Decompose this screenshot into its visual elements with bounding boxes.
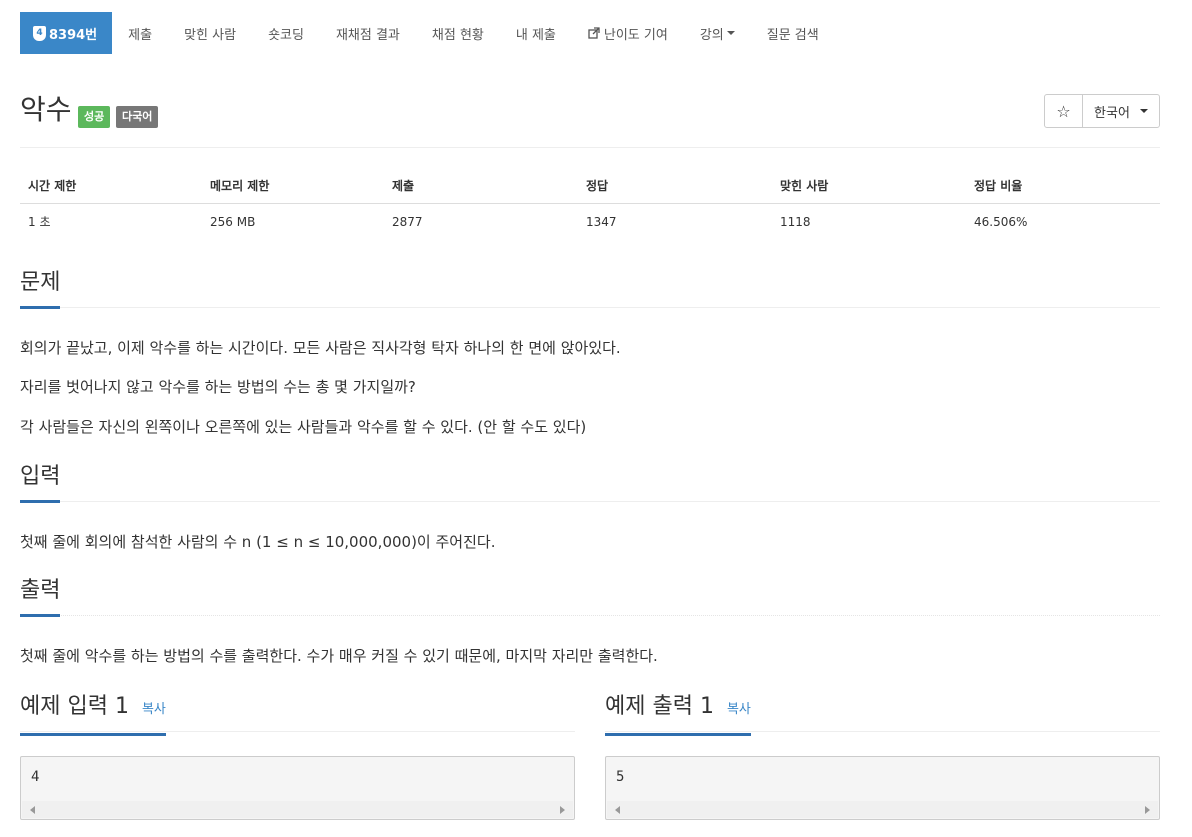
language-dropdown[interactable]: 한국어 bbox=[1083, 95, 1159, 127]
tier-badge-icon: 4 bbox=[33, 25, 46, 41]
problem-paragraph: 회의가 끝났고, 이제 악수를 하는 시간이다. 모든 사람은 직사각형 탁자 … bbox=[20, 339, 621, 357]
table-cell: 1118 bbox=[780, 214, 811, 229]
problem-section-header: 문제 bbox=[20, 268, 1160, 309]
output-description: 첫째 줄에 악수를 하는 방법의 수를 출력한다. 수가 매우 커질 수 있기 … bbox=[20, 647, 658, 665]
nav-problem[interactable]: 4 8394번 bbox=[20, 12, 113, 54]
nav-shortcoding[interactable]: 숏코딩 bbox=[252, 12, 320, 54]
table-cell: 256 MB bbox=[210, 214, 256, 229]
star-icon: ☆ bbox=[1056, 101, 1071, 121]
caret-down-icon bbox=[726, 31, 735, 35]
table-header: 메모리 제한 bbox=[202, 168, 384, 204]
success-badge: 성공 bbox=[78, 106, 111, 128]
nav-problem-label: 8394번 bbox=[49, 27, 98, 43]
nav-lectures[interactable]: 강의 bbox=[684, 12, 751, 54]
nav-questions[interactable]: 질문 검색 bbox=[751, 12, 835, 54]
table-cell: 46.506% bbox=[974, 214, 1028, 229]
nav-lectures-label: 강의 bbox=[699, 27, 724, 43]
caret-down-icon bbox=[1139, 109, 1148, 113]
scroll-left-icon[interactable] bbox=[30, 806, 35, 814]
problem-info-table: 시간 제한 메모리 제한 제출 정답 맞힌 사람 정답 비율 1 초 256 M… bbox=[20, 168, 1160, 240]
table-header: 제출 bbox=[384, 168, 578, 204]
sample-input-content: 4 bbox=[31, 769, 40, 785]
language-label: 한국어 bbox=[1094, 105, 1130, 121]
input-description: 첫째 줄에 회의에 참석한 사람의 수 n (1 ≤ n ≤ 10,000,00… bbox=[20, 533, 496, 551]
problem-nav: 4 8394번 제출 맞힌 사람 숏코딩 재채점 결과 채점 현황 내 제출 난… bbox=[20, 12, 835, 54]
problem-actions: ☆ 한국어 bbox=[1044, 94, 1160, 128]
sample-output-title: 예제 출력 1 복사 bbox=[605, 692, 751, 736]
sample-output-content: 5 bbox=[616, 769, 625, 785]
sample-input-header: 예제 입력 1 복사 bbox=[20, 692, 575, 736]
nav-my-submissions[interactable]: 내 제출 bbox=[500, 12, 572, 54]
section-title-output: 출력 bbox=[20, 576, 61, 617]
problem-title: 악수 bbox=[20, 93, 72, 126]
horizontal-scrollbar[interactable] bbox=[607, 801, 1158, 818]
table-cell: 2877 bbox=[392, 214, 423, 229]
scroll-left-icon[interactable] bbox=[615, 806, 620, 814]
nav-difficulty-label: 난이도 기여 bbox=[603, 27, 668, 43]
sample-input-title: 예제 입력 1 복사 bbox=[20, 692, 166, 736]
table-cell: 1347 bbox=[586, 214, 617, 229]
sample-output-title-text: 예제 출력 1 bbox=[605, 694, 714, 719]
nav-solvers[interactable]: 맞힌 사람 bbox=[168, 12, 252, 54]
table-cell: 1 초 bbox=[28, 215, 51, 230]
nav-rejudge[interactable]: 재채점 결과 bbox=[320, 12, 416, 54]
problem-title-row: 악수 성공 다국어 ☆ 한국어 bbox=[20, 92, 1160, 148]
star-button[interactable]: ☆ bbox=[1045, 95, 1083, 127]
output-section-header: 출력 bbox=[20, 576, 1160, 617]
table-row: 1 초 256 MB 2877 1347 1118 46.506% bbox=[20, 204, 1160, 240]
nav-submit[interactable]: 제출 bbox=[112, 12, 168, 54]
problem-paragraph: 각 사람들은 자신의 왼쪽이나 오른쪽에 있는 사람들과 악수를 할 수 있다.… bbox=[20, 418, 587, 436]
problem-paragraph: 자리를 벗어나지 않고 악수를 하는 방법의 수는 총 몇 가지일까? bbox=[20, 378, 416, 396]
sample-output-box[interactable]: 5 bbox=[605, 756, 1160, 820]
table-header: 정답 비율 bbox=[966, 168, 1160, 204]
copy-sample-output-button[interactable]: 복사 bbox=[727, 702, 751, 717]
scroll-right-icon[interactable] bbox=[560, 806, 565, 814]
nav-difficulty[interactable]: 난이도 기여 bbox=[572, 12, 684, 54]
table-header: 정답 bbox=[578, 168, 772, 204]
nav-status[interactable]: 채점 현황 bbox=[416, 12, 500, 54]
external-link-icon bbox=[588, 27, 600, 39]
sample-input-title-text: 예제 입력 1 bbox=[20, 694, 129, 719]
table-header-row: 시간 제한 메모리 제한 제출 정답 맞힌 사람 정답 비율 bbox=[20, 168, 1160, 204]
horizontal-scrollbar[interactable] bbox=[22, 801, 573, 818]
table-header: 맞힌 사람 bbox=[772, 168, 966, 204]
sample-output-header: 예제 출력 1 복사 bbox=[605, 692, 1160, 736]
multilang-badge[interactable]: 다국어 bbox=[116, 106, 159, 128]
scroll-right-icon[interactable] bbox=[1145, 806, 1150, 814]
table-header: 시간 제한 bbox=[20, 168, 202, 204]
sample-input-box[interactable]: 4 bbox=[20, 756, 575, 820]
input-section-header: 입력 bbox=[20, 462, 1160, 503]
section-title-problem: 문제 bbox=[20, 268, 61, 309]
copy-sample-input-button[interactable]: 복사 bbox=[142, 702, 166, 717]
section-title-input: 입력 bbox=[20, 462, 61, 503]
